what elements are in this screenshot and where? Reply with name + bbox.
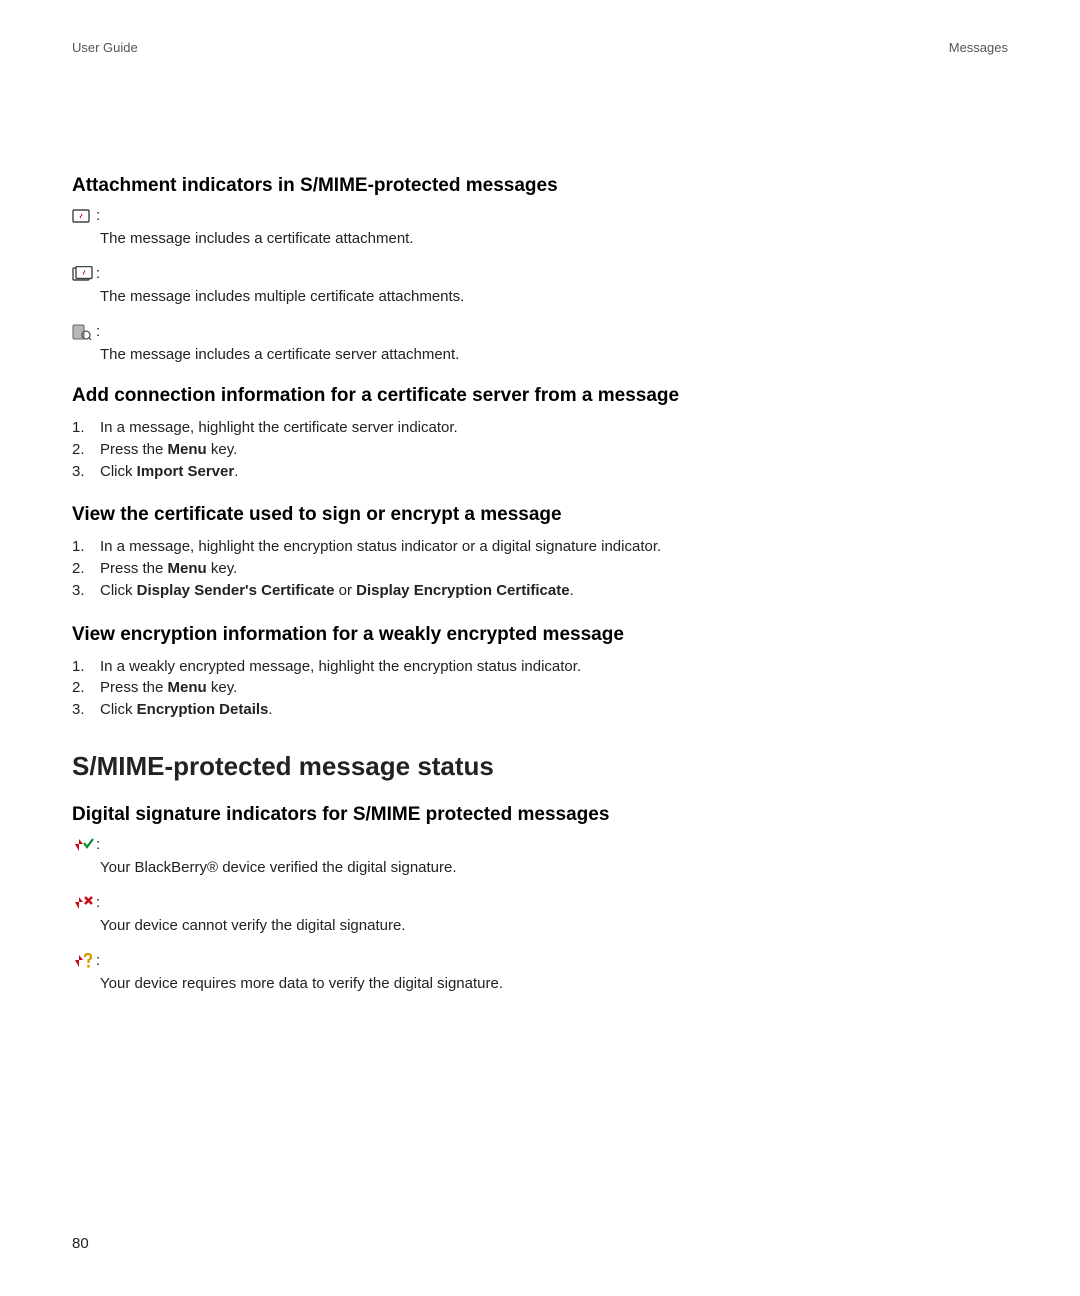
header-left: User Guide [72, 40, 138, 55]
list-item: 1.In a message, highlight the encryption… [72, 536, 1008, 558]
cert-multi-icon [72, 266, 94, 282]
indicator-desc: The message includes multiple certificat… [100, 288, 1008, 305]
cert-single-icon [72, 208, 94, 224]
heading-add-connection: Add connection information for a certifi… [72, 385, 1008, 407]
list-item: 2.Press the Menu key. [72, 677, 1008, 699]
colon: : [96, 952, 100, 969]
indicator-sig-verified: : [72, 836, 1008, 853]
sig-verified-icon [72, 837, 94, 853]
list-item: 3.Click Encryption Details. [72, 699, 1008, 721]
list-item: 1.In a message, highlight the certificat… [72, 417, 1008, 439]
indicator-sig-failed: : [72, 894, 1008, 911]
page-number: 80 [72, 1235, 89, 1252]
steps-add-connection: 1.In a message, highlight the certificat… [72, 417, 1008, 482]
indicator-cert-server: : [72, 323, 1008, 340]
list-item: 1.In a weakly encrypted message, highlig… [72, 656, 1008, 678]
heading-view-encryption: View encryption information for a weakly… [72, 624, 1008, 646]
sig-failed-icon [72, 895, 94, 911]
indicator-desc: The message includes a certificate serve… [100, 346, 1008, 363]
heading-digital-signature-indicators: Digital signature indicators for S/MIME … [72, 804, 1008, 826]
steps-view-certificate: 1.In a message, highlight the encryption… [72, 536, 1008, 601]
list-item: 3.Click Import Server. [72, 461, 1008, 483]
colon: : [96, 323, 100, 340]
indicator-desc: Your device requires more data to verify… [100, 975, 1008, 992]
indicator-cert-multi: : [72, 265, 1008, 282]
colon: : [96, 894, 100, 911]
heading-attachment-indicators: Attachment indicators in S/MIME-protecte… [72, 175, 1008, 197]
steps-view-encryption: 1.In a weakly encrypted message, highlig… [72, 656, 1008, 721]
indicator-sig-more-data: : [72, 952, 1008, 969]
list-item: 2.Press the Menu key. [72, 558, 1008, 580]
cert-server-icon [72, 324, 94, 340]
heading-smime-status: S/MIME-protected message status [72, 751, 1008, 782]
page-header: User Guide Messages [72, 40, 1008, 55]
indicator-desc: Your BlackBerry® device verified the dig… [100, 859, 1008, 876]
header-right: Messages [949, 40, 1008, 55]
indicator-desc: Your device cannot verify the digital si… [100, 917, 1008, 934]
indicator-desc: The message includes a certificate attac… [100, 230, 1008, 247]
list-item: 2.Press the Menu key. [72, 439, 1008, 461]
list-item: 3.Click Display Sender's Certificate or … [72, 580, 1008, 602]
sig-more-data-icon [72, 953, 94, 969]
colon: : [96, 265, 100, 282]
colon: : [96, 207, 100, 224]
colon: : [96, 836, 100, 853]
heading-view-certificate: View the certificate used to sign or enc… [72, 504, 1008, 526]
indicator-cert-single: : [72, 207, 1008, 224]
